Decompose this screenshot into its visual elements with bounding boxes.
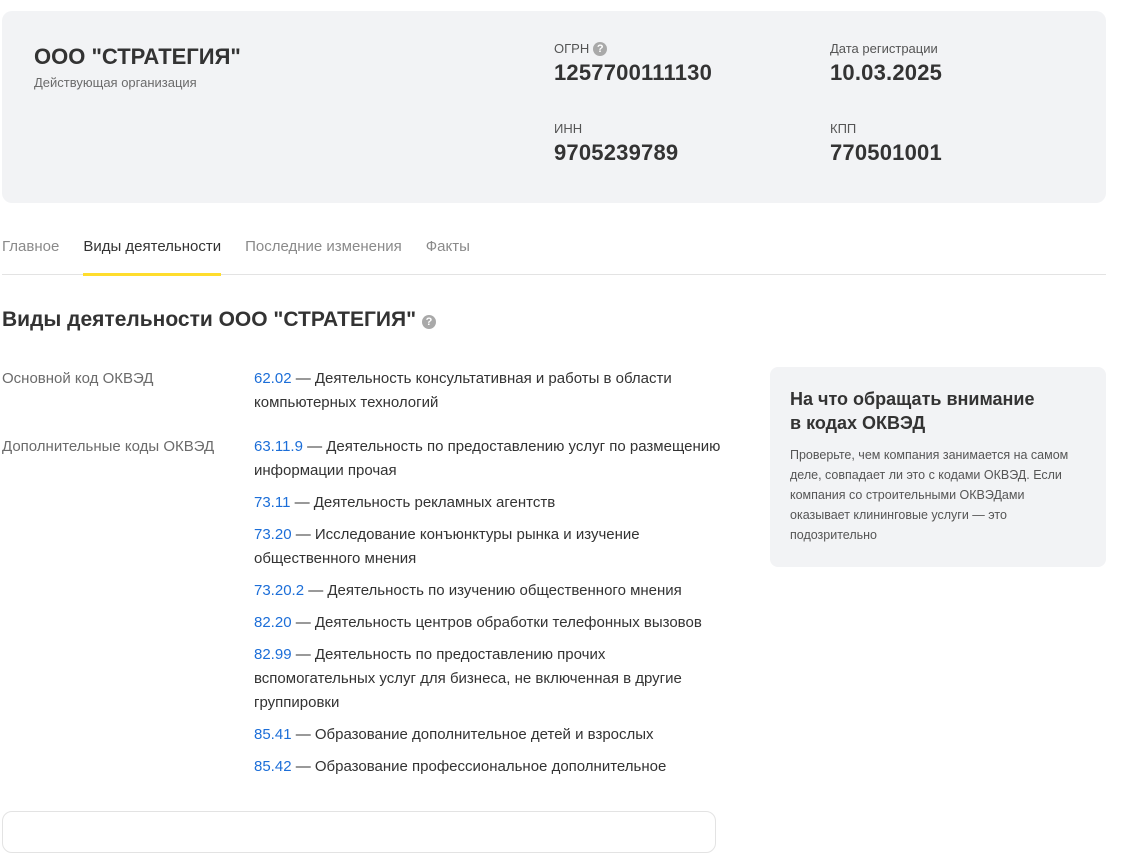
okved-description: — Деятельность консультативная и работы … bbox=[254, 370, 672, 411]
extra-okved-label: Дополнительные коды ОКВЭД bbox=[2, 438, 215, 455]
list-item: 82.99 — Деятельность по предоставлению п… bbox=[254, 643, 724, 715]
company-status: Действующая организация bbox=[34, 75, 197, 90]
tip-title: На что обращать внимание в кодах ОКВЭД bbox=[790, 389, 1035, 433]
okved-code-link[interactable]: 73.20 bbox=[254, 526, 292, 543]
registration-date-label: Дата регистрации bbox=[830, 41, 938, 56]
okved-code-link[interactable]: 63.11.9 bbox=[254, 438, 303, 455]
okved-description: — Образование профессиональное дополните… bbox=[291, 758, 667, 775]
list-item: 73.20.2 — Деятельность по изучению общес… bbox=[254, 579, 724, 603]
tab-bar: Главное Виды деятельности Последние изме… bbox=[2, 226, 1106, 276]
help-icon[interactable]: ? bbox=[593, 41, 608, 56]
list-item: 85.42 — Образование профессиональное доп… bbox=[254, 755, 724, 779]
extra-okved-list: 63.11.9 — Деятельность по предоставлению… bbox=[254, 435, 724, 787]
list-item: 73.20 — Исследование конъюнктуры рынка и… bbox=[254, 523, 724, 571]
tab-main[interactable]: Главное bbox=[2, 226, 59, 273]
okved-description: — Деятельность рекламных агентств bbox=[290, 494, 556, 511]
okved-code-link[interactable]: 82.99 bbox=[254, 646, 292, 663]
okved-description: — Деятельность по предоставлению услуг п… bbox=[254, 438, 721, 479]
ogrn-label: ОГРН bbox=[554, 41, 590, 56]
okved-code-link[interactable]: 85.42 bbox=[254, 758, 292, 775]
tab-facts[interactable]: Факты bbox=[426, 226, 470, 273]
okved-description: — Деятельность по предоставлению прочих … bbox=[254, 646, 682, 711]
section-title: Виды деятельности ООО "СТРАТЕГИЯ" ? bbox=[2, 308, 437, 332]
inn-field: ИНН 9705239789 bbox=[554, 121, 678, 166]
okved-code-link[interactable]: 82.20 bbox=[254, 614, 292, 631]
list-item: 85.41 — Образование дополнительное детей… bbox=[254, 723, 724, 747]
kpp-field: КПП 770501001 bbox=[830, 121, 942, 166]
okved-code-link[interactable]: 73.20.2 bbox=[254, 582, 304, 599]
kpp-value: 770501001 bbox=[830, 140, 942, 165]
tab-activities[interactable]: Виды деятельности bbox=[83, 226, 222, 276]
okved-description: — Образование дополнительное детей и взр… bbox=[291, 726, 654, 743]
list-item: 62.02 — Деятельность консультативная и р… bbox=[254, 367, 724, 415]
main-okved-label: Основной код ОКВЭД bbox=[2, 370, 154, 387]
next-section-card bbox=[2, 811, 716, 853]
kpp-label: КПП bbox=[830, 121, 857, 136]
inn-label: ИНН bbox=[554, 121, 583, 136]
tab-recent-changes[interactable]: Последние изменения bbox=[245, 226, 402, 273]
okved-code-link[interactable]: 62.02 bbox=[254, 370, 292, 387]
okved-description: — Деятельность по изучению общественного… bbox=[304, 582, 682, 599]
okved-code-link[interactable]: 85.41 bbox=[254, 726, 292, 743]
inn-value: 9705239789 bbox=[554, 140, 679, 165]
okved-tip-card: На что обращать внимание в кодах ОКВЭД П… bbox=[770, 367, 1106, 567]
main-okved-list: 62.02 — Деятельность консультативная и р… bbox=[254, 367, 724, 423]
registration-date-field: Дата регистрации 10.03.2025 bbox=[830, 41, 942, 86]
list-item: 63.11.9 — Деятельность по предоставлению… bbox=[254, 435, 724, 483]
ogrn-field: ОГРН ? 1257700111130 bbox=[554, 41, 712, 86]
registration-date-value: 10.03.2025 bbox=[830, 60, 943, 85]
okved-code-link[interactable]: 73.11 bbox=[254, 494, 290, 511]
okved-description: — Деятельность центров обработки телефон… bbox=[291, 614, 702, 631]
company-name: ООО "СТРАТЕГИЯ" bbox=[34, 44, 241, 69]
ogrn-value: 1257700111130 bbox=[554, 60, 713, 85]
okved-description: — Исследование конъюнктуры рынка и изуче… bbox=[254, 526, 640, 567]
help-icon[interactable]: ? bbox=[422, 315, 437, 329]
tip-text: Проверьте, чем компания занимается на са… bbox=[790, 448, 1069, 542]
list-item: 82.20 — Деятельность центров обработки т… bbox=[254, 611, 724, 635]
company-header-card: ООО "СТРАТЕГИЯ" Действующая организация … bbox=[2, 11, 1106, 203]
list-item: 73.11 — Деятельность рекламных агентств bbox=[254, 491, 724, 515]
activities-title: Виды деятельности ООО "СТРАТЕГИЯ" bbox=[2, 308, 417, 331]
